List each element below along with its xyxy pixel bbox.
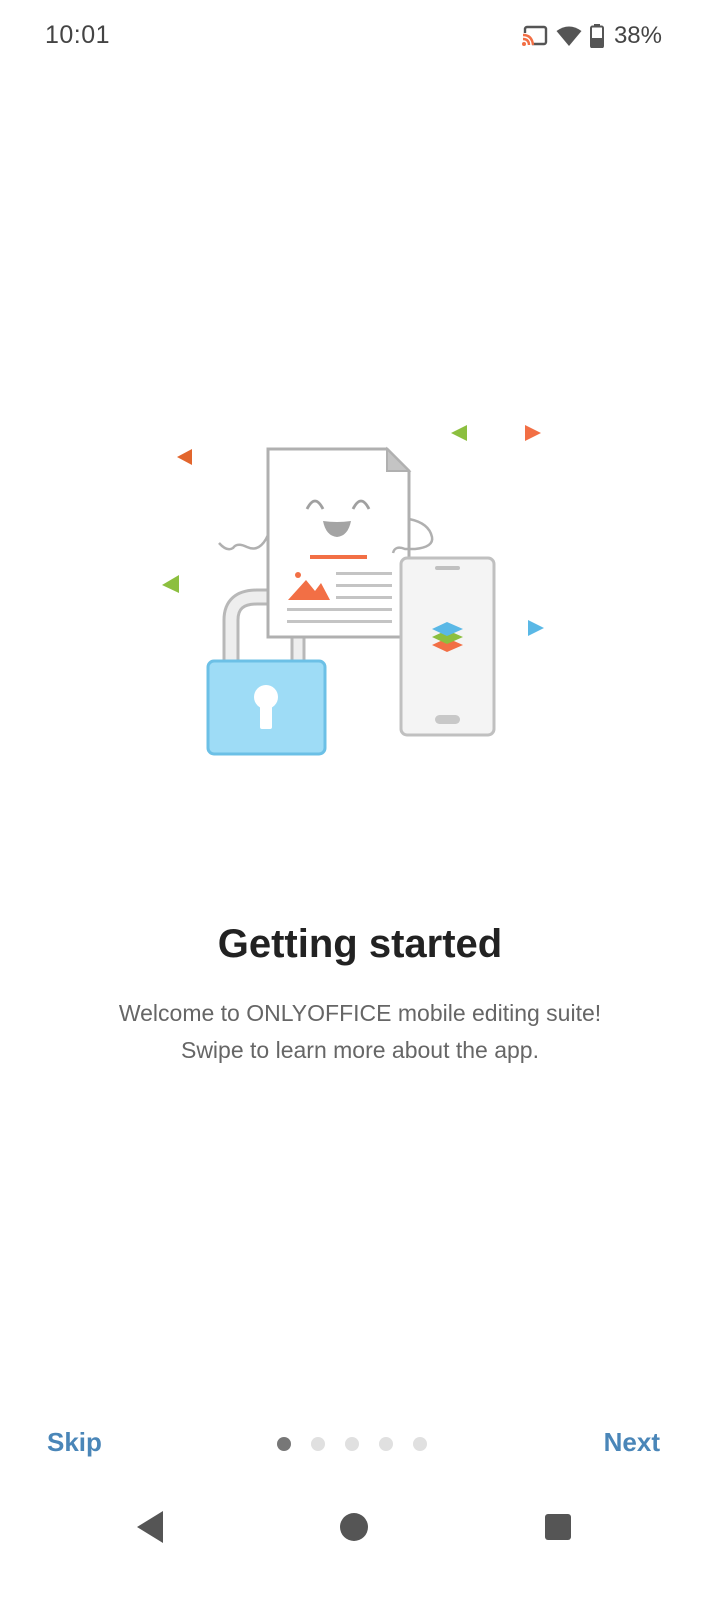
page-dot-2 xyxy=(311,1437,325,1451)
onboarding-illustration xyxy=(155,415,555,765)
page-dot-1 xyxy=(277,1437,291,1451)
page-title: Getting started xyxy=(217,922,503,966)
confetti-orange-1 xyxy=(177,449,192,465)
battery-icon xyxy=(589,24,604,48)
page-dot-5 xyxy=(413,1437,427,1451)
confetti-blue xyxy=(528,620,544,636)
back-icon[interactable] xyxy=(135,1508,165,1551)
confetti-green-2 xyxy=(451,425,467,441)
cast-icon xyxy=(521,25,548,47)
status-bar: 10:01 38% xyxy=(0,0,720,72)
next-button[interactable]: Next xyxy=(604,1427,660,1458)
padlock-graphic xyxy=(206,659,327,756)
skip-button[interactable]: Skip xyxy=(47,1427,102,1458)
subtitle-line-2: Swipe to learn more about the app. xyxy=(180,1037,539,1063)
phone-graphic xyxy=(399,556,496,737)
confetti-green-1 xyxy=(162,575,179,593)
system-nav-bar xyxy=(0,1490,720,1570)
onboarding-screen: 10:01 38% Getting started Welcome to ONL… xyxy=(0,0,720,1600)
page-indicator xyxy=(277,1437,427,1451)
confetti-orange-2 xyxy=(525,425,541,441)
status-time: 10:01 xyxy=(45,21,111,49)
wifi-icon xyxy=(556,25,582,47)
battery-percent: 38% xyxy=(613,22,662,49)
document-graphic xyxy=(266,446,412,639)
page-subtitle: Welcome to ONLYOFFICE mobile editing sui… xyxy=(60,995,660,1069)
recents-icon[interactable] xyxy=(543,1508,573,1551)
home-icon[interactable] xyxy=(339,1508,369,1551)
subtitle-line-1: Welcome to ONLYOFFICE mobile editing sui… xyxy=(118,1000,602,1026)
page-dot-4 xyxy=(379,1437,393,1451)
status-icons: 38% xyxy=(521,22,662,50)
page-dot-3 xyxy=(345,1437,359,1451)
